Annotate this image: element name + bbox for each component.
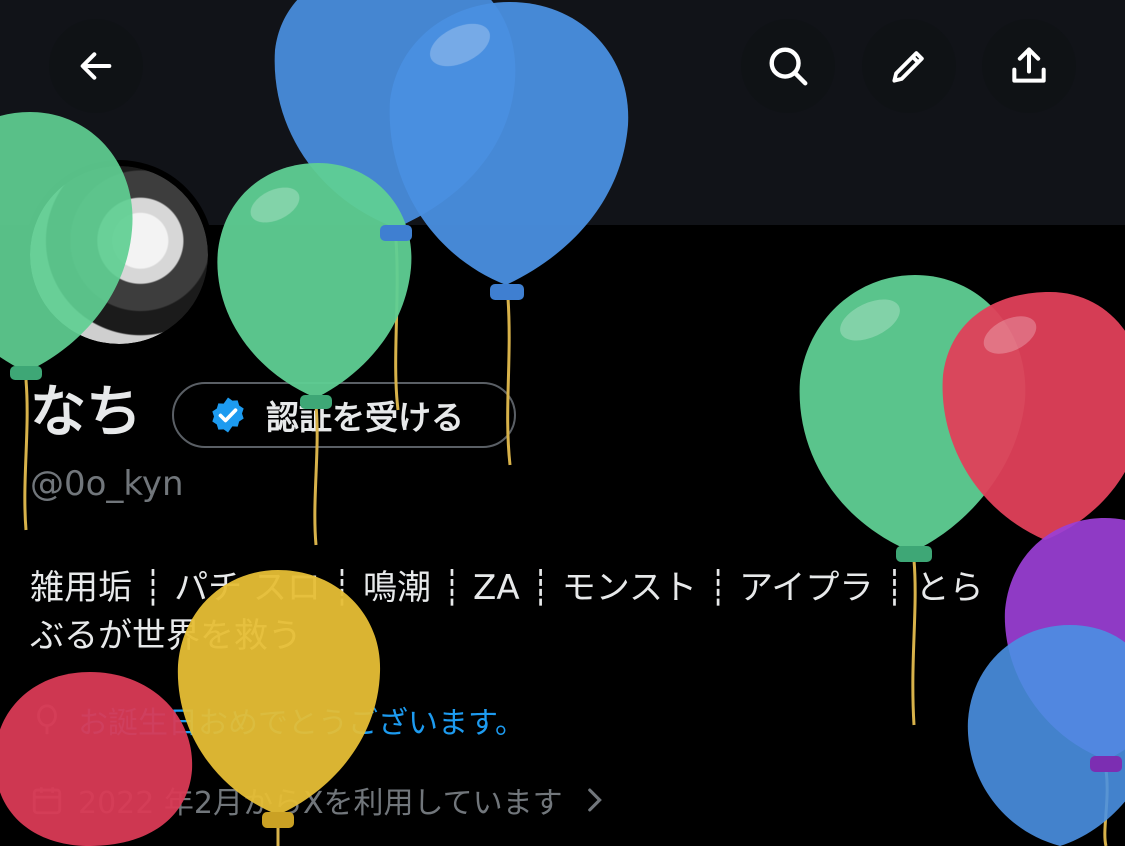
balloon-icon (37, 704, 57, 735)
balloon-green (799, 275, 1026, 552)
get-verified-label: 認証を受ける (266, 398, 464, 437)
birthday-row: お誕生日おめでとうございます。 (30, 698, 525, 742)
chevron-right-icon (587, 788, 602, 812)
arrow-left-icon (80, 52, 112, 80)
bio-line: 雑用垢 ┊ パチ スロ ┊ 鳴潮 ┊ ZA ┊ モンスト ┊ アイプラ ┊ とら (30, 568, 984, 608)
share-button[interactable] (982, 19, 1076, 113)
edit-button[interactable] (862, 19, 956, 113)
birthday-text: お誕生日おめでとうございます。 (78, 706, 525, 741)
display-name: なち (30, 380, 142, 445)
username-handle: @0o_kyn (30, 464, 184, 504)
calendar-icon (32, 787, 62, 815)
pencil-icon (892, 51, 924, 83)
avatar[interactable] (24, 160, 214, 350)
get-verified-button[interactable]: 認証を受ける (172, 382, 516, 448)
verified-badge-icon (212, 397, 244, 433)
joined-date-row[interactable]: 2022 年2月からXを利用しています (30, 778, 611, 822)
balloon-red (942, 292, 1125, 540)
search-icon (769, 47, 808, 86)
share-icon (1012, 47, 1046, 83)
back-button[interactable] (49, 19, 143, 113)
search-button[interactable] (741, 19, 835, 113)
profile-bio: 雑用垢 ┊ パチ スロ ┊ 鳴潮 ┊ ZA ┊ モンスト ┊ アイプラ ┊ とら… (30, 564, 1090, 660)
bio-line: ぶるが世界を救う (30, 616, 302, 656)
joined-text: 2022 年2月からXを利用しています (78, 786, 563, 821)
